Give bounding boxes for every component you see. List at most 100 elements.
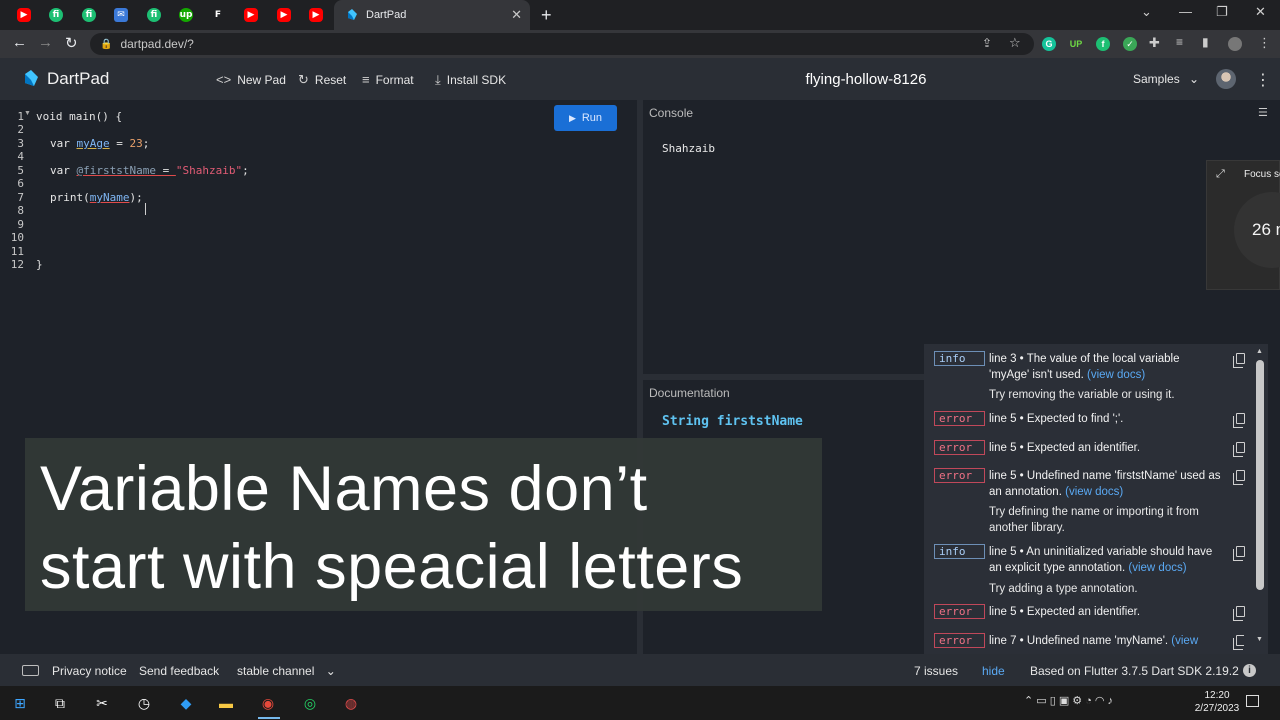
upwork-icon: up bbox=[179, 8, 193, 22]
new-pad-button[interactable]: <> New Pad bbox=[216, 72, 286, 87]
privacy-notice-link[interactable]: Privacy notice bbox=[52, 664, 127, 678]
fiverr-extension-icon[interactable]: f bbox=[1096, 37, 1110, 51]
reload-icon[interactable]: ↻ bbox=[65, 34, 78, 52]
clock-app-icon[interactable]: ◷ bbox=[134, 693, 154, 713]
chevron-down-icon: ⌄ bbox=[325, 664, 336, 678]
task-view-icon[interactable]: ⧉ bbox=[50, 693, 70, 713]
pinned-tab[interactable]: fi bbox=[46, 5, 66, 25]
reset-button[interactable]: ↻ Reset bbox=[298, 72, 346, 88]
samples-dropdown[interactable]: Samples ⌄ bbox=[1133, 72, 1199, 86]
more-menu-icon[interactable]: ⋮ bbox=[1255, 70, 1271, 90]
pinned-tab[interactable]: ✉ bbox=[111, 5, 131, 25]
windows-start-icon[interactable]: ⊞ bbox=[10, 693, 30, 713]
system-tray-icons[interactable]: ⌃ ▭ ▯ ▣ ⚙ ◔ ◠ ♪ bbox=[1024, 694, 1113, 707]
bookmark-star-icon[interactable]: ☆ bbox=[1009, 35, 1021, 51]
profile-avatar-icon[interactable] bbox=[1228, 37, 1242, 51]
close-window-icon[interactable]: ✕ bbox=[1255, 4, 1266, 20]
address-bar[interactable]: 🔒 dartpad.dev/? bbox=[90, 33, 1034, 55]
tab-search-icon[interactable]: ⌄ bbox=[1141, 4, 1152, 20]
issue-item: error line 7 • Undefined name 'myName'. … bbox=[934, 633, 1244, 650]
view-docs-link[interactable]: (view bbox=[1171, 635, 1198, 647]
pinned-tab[interactable]: fi bbox=[144, 5, 164, 25]
focus-session-label: Focus se bbox=[1244, 169, 1280, 180]
view-docs-link[interactable]: (view docs) bbox=[1087, 369, 1145, 381]
format-button[interactable]: ≡ Format bbox=[362, 72, 414, 87]
info-icon[interactable]: i bbox=[1243, 664, 1256, 677]
youtube-icon: ▶ bbox=[309, 8, 323, 22]
line-number: 11 bbox=[10, 245, 24, 258]
line-number: 4 bbox=[17, 150, 24, 163]
new-pad-label: New Pad bbox=[237, 72, 286, 87]
reset-label: Reset bbox=[314, 73, 347, 87]
snipping-tool-icon[interactable]: ✂ bbox=[92, 693, 112, 713]
close-tab-icon[interactable]: ✕ bbox=[511, 7, 522, 23]
reading-list-icon[interactable]: ≡ bbox=[1176, 35, 1183, 49]
upwork-extension-icon[interactable]: UP bbox=[1069, 37, 1083, 51]
pinned-tab[interactable]: fi bbox=[79, 5, 99, 25]
scroll-up-icon[interactable]: ▲ bbox=[1256, 348, 1263, 355]
copy-icon[interactable] bbox=[1233, 606, 1245, 621]
screen-recorder-icon[interactable]: ◍ bbox=[341, 693, 361, 713]
pinned-tab[interactable]: ▶ bbox=[241, 5, 261, 25]
issue-fix: Try adding a type annotation. bbox=[989, 583, 1138, 595]
new-tab-icon[interactable]: + bbox=[541, 5, 552, 26]
youtube-icon: ▶ bbox=[277, 8, 291, 22]
browser-tab-dartpad[interactable]: DartPad ✕ bbox=[334, 0, 530, 30]
refresh-icon: ↻ bbox=[298, 72, 309, 87]
vscode-icon[interactable]: ◆ bbox=[176, 693, 196, 713]
scroll-down-icon[interactable]: ▼ bbox=[1256, 636, 1263, 643]
pinned-tab[interactable]: ▶ bbox=[14, 5, 34, 25]
copy-icon[interactable] bbox=[1233, 442, 1245, 457]
tab-title: DartPad bbox=[366, 9, 407, 21]
view-docs-link[interactable]: (view docs) bbox=[1128, 562, 1186, 574]
view-docs-link[interactable]: (view docs) bbox=[1065, 486, 1123, 498]
fold-arrow-icon[interactable]: ▼ bbox=[24, 110, 31, 117]
focus-timer-value: 26 m bbox=[1252, 220, 1280, 239]
panel-divider[interactable] bbox=[643, 374, 924, 380]
chrome-icon[interactable]: ◉ bbox=[258, 693, 278, 713]
back-icon[interactable]: ← bbox=[12, 34, 27, 51]
pinned-tab[interactable]: up bbox=[176, 5, 196, 25]
line-number: 6 bbox=[17, 177, 24, 190]
url-text: dartpad.dev/? bbox=[120, 37, 194, 51]
browser-menu-icon[interactable]: ⋮ bbox=[1258, 35, 1271, 51]
pinned-tab[interactable]: ▶ bbox=[274, 5, 294, 25]
scrollbar-thumb[interactable] bbox=[1256, 360, 1264, 590]
notification-icon[interactable] bbox=[1246, 695, 1259, 707]
taskbar-clock[interactable]: 12:20 2/27/2023 bbox=[1194, 689, 1240, 715]
copy-icon[interactable] bbox=[1233, 413, 1245, 428]
expand-icon[interactable]: ⤢ bbox=[1216, 168, 1225, 181]
keyboard-icon[interactable] bbox=[22, 665, 39, 676]
copy-icon[interactable] bbox=[1233, 470, 1245, 485]
copy-icon[interactable] bbox=[1233, 546, 1245, 561]
minimize-icon[interactable]: — bbox=[1179, 4, 1192, 19]
whatsapp-icon[interactable]: ◎ bbox=[300, 693, 320, 713]
file-explorer-icon[interactable]: ▬ bbox=[216, 693, 236, 713]
line-number: 12 bbox=[10, 258, 24, 271]
console-menu-icon[interactable]: ☰ bbox=[1258, 106, 1268, 119]
shield-extension-icon[interactable]: ✓ bbox=[1123, 37, 1137, 51]
maximize-icon[interactable]: ❐ bbox=[1216, 4, 1228, 20]
send-feedback-link[interactable]: Send feedback bbox=[139, 664, 219, 678]
side-panel-icon[interactable]: ▮ bbox=[1202, 35, 1209, 49]
issue-type-badge: error bbox=[934, 633, 985, 648]
code-icon: <> bbox=[216, 72, 232, 87]
pinned-tab[interactable]: ▶ bbox=[306, 5, 326, 25]
run-button[interactable]: ▶ Run bbox=[554, 105, 617, 131]
channel-dropdown[interactable]: stable channel ⌄ bbox=[237, 664, 336, 678]
hide-issues-link[interactable]: hide bbox=[982, 664, 1005, 678]
copy-icon[interactable] bbox=[1233, 635, 1244, 650]
install-sdk-label: Install SDK bbox=[446, 73, 507, 87]
install-sdk-button[interactable]: ⤓ Install SDK bbox=[435, 72, 506, 88]
user-avatar[interactable] bbox=[1216, 69, 1236, 89]
issue-message: line 5 • Expected an identifier. bbox=[989, 606, 1141, 618]
forward-icon[interactable]: → bbox=[38, 34, 53, 51]
share-icon[interactable]: ⇪ bbox=[982, 36, 992, 50]
line-number: 8 bbox=[17, 204, 24, 217]
pinned-tab[interactable]: F bbox=[208, 5, 228, 25]
issue-message: line 5 • Expected to find ';'. bbox=[989, 413, 1124, 425]
grammarly-extension-icon[interactable]: G bbox=[1042, 37, 1056, 51]
extensions-puzzle-icon[interactable]: ✚ bbox=[1149, 35, 1160, 51]
copy-icon[interactable] bbox=[1233, 353, 1245, 368]
line-number: 5 bbox=[17, 164, 24, 177]
